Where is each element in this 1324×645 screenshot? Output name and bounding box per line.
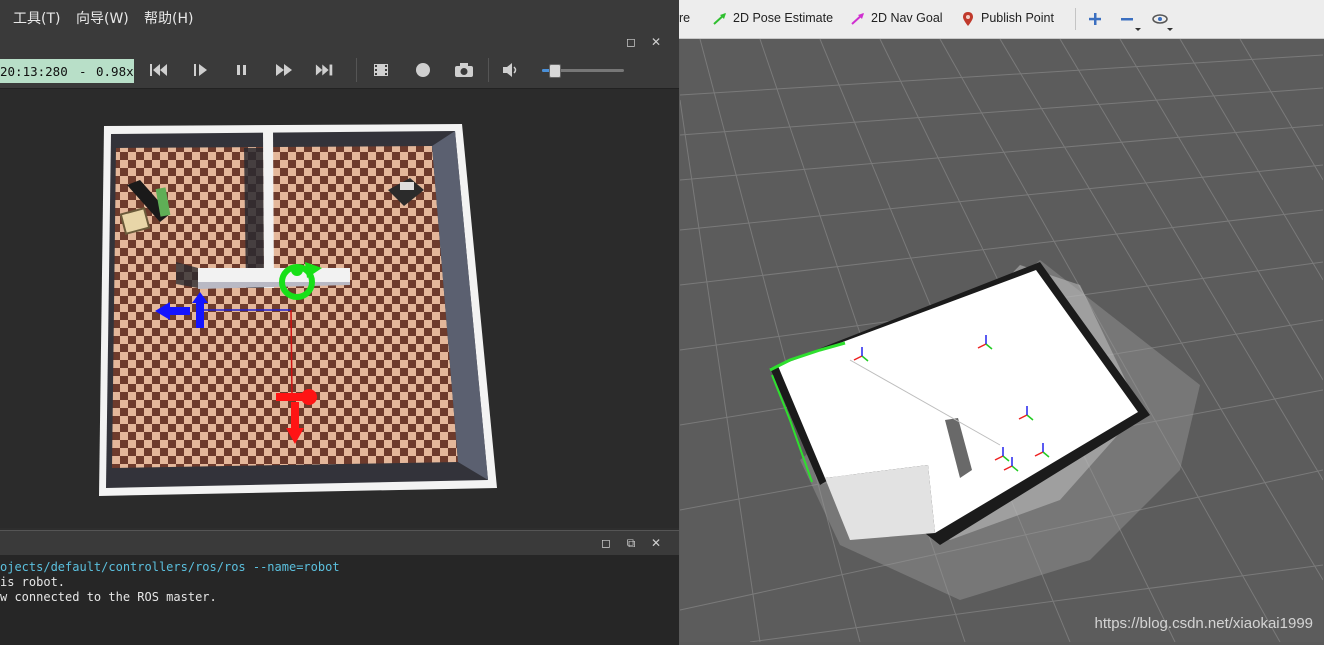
simulation-time: 20:13:280 <box>0 64 68 79</box>
console-output: ojects/default/controllers/ros/ros --nam… <box>0 555 679 645</box>
tool-publish-point[interactable]: Publish Point <box>981 11 1054 25</box>
internal-wall-vertical <box>263 130 274 288</box>
tf-line-red <box>290 309 293 397</box>
reset-simulation-icon[interactable] <box>149 62 169 78</box>
viewport-dock-controls: ◻ ✕ <box>0 34 679 50</box>
maximize-icon[interactable]: ◻ <box>624 35 638 49</box>
volume-slider[interactable] <box>542 64 624 78</box>
map-pin-icon <box>963 12 973 26</box>
toolbar-divider <box>356 58 357 82</box>
console-header: ◻ ⧉ ✕ <box>0 530 679 555</box>
internal-wall-shadow <box>244 148 264 288</box>
simulation-speed: 0.98x <box>96 64 134 79</box>
chair-seat <box>400 182 414 190</box>
menu-help[interactable]: 帮助(H) <box>144 8 193 28</box>
3d-viewport[interactable] <box>0 89 679 528</box>
volume-slider-handle[interactable] <box>549 64 562 78</box>
menu-bar: 工具(T) 向导(W) 帮助(H) <box>0 0 679 34</box>
tool-2d-nav-goal[interactable]: 2D Nav Goal <box>871 11 943 25</box>
time-separator: - <box>79 64 87 79</box>
toolbar-divider <box>1075 8 1076 30</box>
close-icon[interactable]: ✕ <box>649 35 663 49</box>
rviz-3d-view[interactable]: https://blog.csdn.net/xiaokai1999 <box>679 38 1324 643</box>
maximize-icon[interactable]: ◻ <box>599 536 613 550</box>
close-icon[interactable]: ✕ <box>649 536 663 550</box>
nav-goal-arrow-icon <box>851 13 864 25</box>
watermark-text: https://blog.csdn.net/xiaokai1999 <box>1094 615 1313 632</box>
tool-2d-pose-estimate[interactable]: 2D Pose Estimate <box>733 11 833 25</box>
pause-icon[interactable] <box>232 62 252 78</box>
fast-forward-icon[interactable] <box>315 62 335 78</box>
add-tool-icon[interactable] <box>1088 12 1102 26</box>
menu-tools[interactable]: 工具(T) <box>13 8 60 28</box>
axis-arrow-red-bar <box>276 393 302 401</box>
pose-estimate-arrow-icon <box>713 13 726 25</box>
restore-icon[interactable]: ⧉ <box>624 536 638 550</box>
simulation-toolbar: 20:13:280 - 0.98x <box>0 50 679 89</box>
simulation-time-display: 20:13:280 - 0.98x <box>0 59 134 83</box>
rviz-scene <box>679 38 1324 643</box>
console-line: ojects/default/controllers/ros/ros --nam… <box>0 560 340 574</box>
toolbar-divider <box>488 58 489 82</box>
remove-tool-icon[interactable] <box>1120 12 1142 32</box>
tool-interact[interactable]: re <box>679 11 690 25</box>
menu-wizards[interactable]: 向导(W) <box>76 8 129 28</box>
rviz-toolbar: re 2D Pose Estimate 2D Nav Goal Publish … <box>679 0 1324 39</box>
screenshot-camera-icon[interactable] <box>454 62 474 78</box>
rviz-window: re 2D Pose Estimate 2D Nav Goal Publish … <box>679 0 1324 645</box>
run-icon[interactable] <box>274 62 294 78</box>
arena-scene <box>99 124 497 496</box>
record-icon[interactable] <box>413 62 433 78</box>
rotation-handle-knob <box>291 264 303 276</box>
console-line: is robot. <box>0 575 66 589</box>
axis-red-sphere <box>301 389 317 405</box>
eye-view-icon[interactable] <box>1152 12 1174 32</box>
webots-window: 工具(T) 向导(W) 帮助(H) ◻ ✕ 20:13:280 - 0.98x <box>0 0 679 645</box>
console-line: w connected to the ROS master. <box>0 590 217 604</box>
step-icon[interactable] <box>192 62 212 78</box>
record-movie-icon[interactable] <box>371 62 391 78</box>
volume-icon[interactable] <box>501 62 521 78</box>
